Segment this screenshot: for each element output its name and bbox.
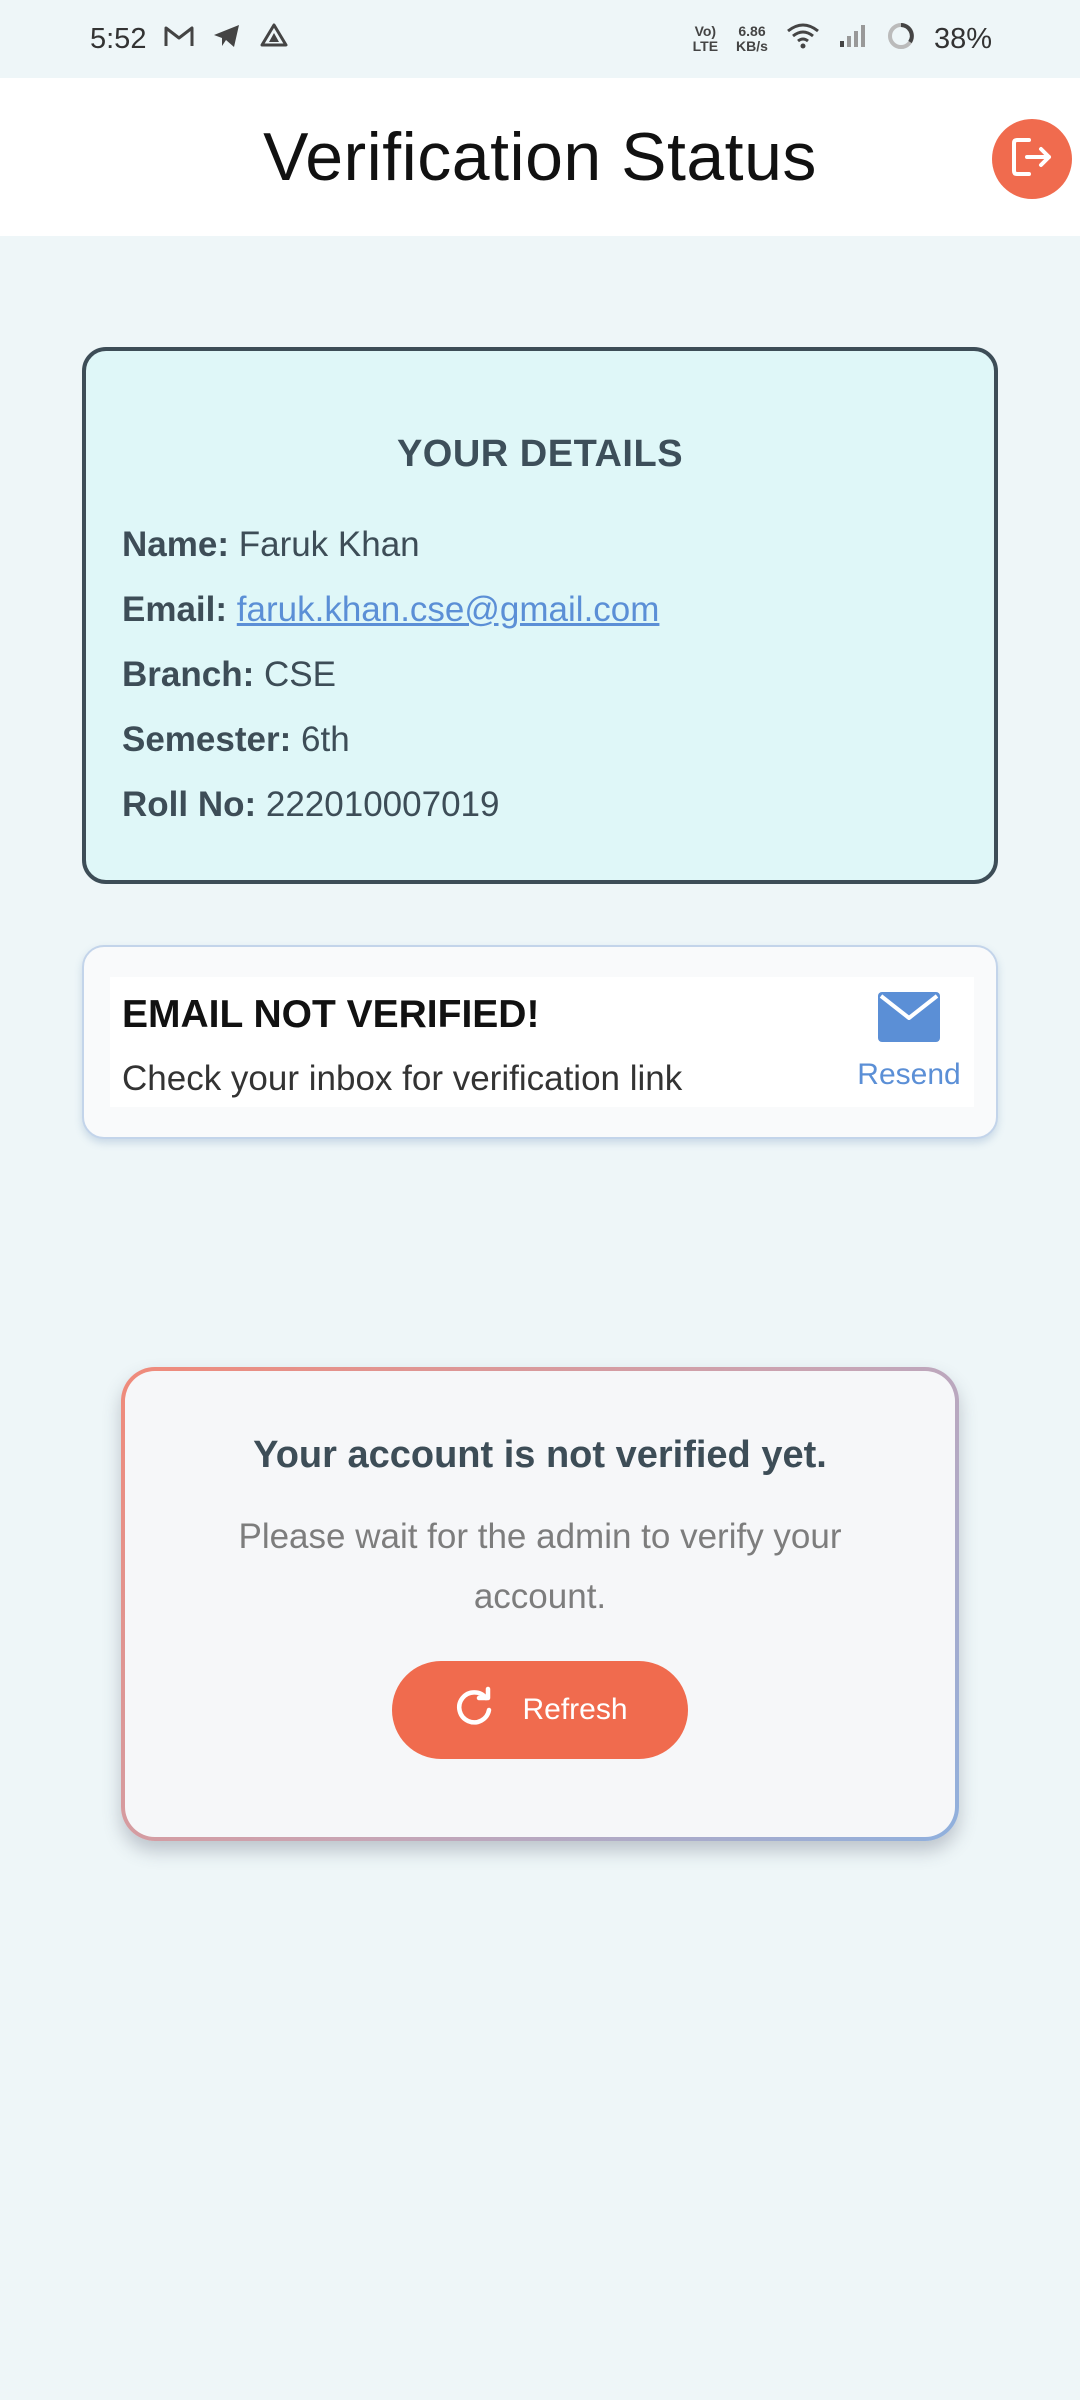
speed-unit: KB/s bbox=[736, 38, 768, 54]
battery-percent: 38% bbox=[933, 22, 992, 55]
account-status-card: Your account is not verified yet. Please… bbox=[121, 1367, 959, 1841]
refresh-label: Refresh bbox=[522, 1693, 628, 1726]
detail-label: Semester: bbox=[122, 720, 292, 759]
speed-value: 6.86 bbox=[738, 23, 766, 39]
status-bar-left: 5:52 bbox=[90, 23, 288, 56]
detail-value: CSE bbox=[263, 655, 336, 694]
network-speed: 6.86 KB/s bbox=[736, 24, 768, 54]
app-bar: Verification Status bbox=[0, 78, 1080, 236]
resend-label: Resend bbox=[857, 1058, 961, 1091]
volte-top: Vo) bbox=[694, 23, 717, 39]
telegram-icon bbox=[212, 23, 242, 56]
gmail-icon bbox=[164, 23, 194, 55]
volte-bottom: LTE bbox=[692, 38, 719, 54]
detail-email: Email: faruk.khan.cse@gmail.com bbox=[122, 577, 958, 642]
email-notice-title: EMAIL NOT VERIFIED! bbox=[122, 993, 540, 1036]
email-link[interactable]: faruk.khan.cse@gmail.com bbox=[237, 590, 660, 629]
clock: 5:52 bbox=[90, 22, 147, 55]
email-notice-subtitle: Check your inbox for verification link bbox=[122, 1059, 683, 1098]
email-not-verified-card: EMAIL NOT VERIFIED! Check your inbox for… bbox=[82, 945, 998, 1139]
detail-label: Roll No: bbox=[122, 785, 257, 824]
battery-icon bbox=[886, 21, 916, 58]
details-card: YOUR DETAILS Name: Faruk Khan Email: far… bbox=[82, 347, 998, 884]
details-list: Name: Faruk Khan Email: faruk.khan.cse@g… bbox=[122, 512, 958, 837]
detail-value: 222010007019 bbox=[265, 785, 500, 824]
resend-button[interactable]: Resend bbox=[854, 991, 964, 1092]
status-bar: 5:52 Vo) LTE 6.86 KB/s 38% bbox=[0, 0, 1080, 78]
detail-value: Faruk Khan bbox=[238, 525, 420, 564]
volte-indicator: Vo) LTE bbox=[693, 24, 718, 54]
detail-label: Branch: bbox=[122, 655, 255, 694]
mail-icon bbox=[877, 991, 941, 1048]
logout-button[interactable] bbox=[992, 119, 1072, 199]
detail-label: Email: bbox=[122, 590, 228, 629]
detail-semester: Semester: 6th bbox=[122, 707, 958, 772]
signal-icon bbox=[838, 23, 868, 56]
detail-branch: Branch: CSE bbox=[122, 642, 958, 707]
detail-value: 6th bbox=[301, 720, 350, 759]
account-status-body: Your account is not verified yet. Please… bbox=[125, 1371, 955, 1837]
details-title: YOUR DETAILS bbox=[396, 433, 684, 475]
logout-icon bbox=[1007, 132, 1057, 187]
status-bar-right: Vo) LTE 6.86 KB/s 38% bbox=[693, 21, 992, 58]
detail-label: Name: bbox=[122, 525, 229, 564]
refresh-icon bbox=[452, 1684, 496, 1736]
account-status-title: Your account is not verified yet. bbox=[253, 1434, 827, 1476]
detail-roll-no: Roll No: 222010007019 bbox=[122, 772, 958, 837]
page-title: Verification Status bbox=[263, 119, 817, 195]
account-status-message: Please wait for the admin to verify your… bbox=[238, 1517, 842, 1616]
detail-name: Name: Faruk Khan bbox=[122, 512, 958, 577]
refresh-button[interactable]: Refresh bbox=[392, 1661, 688, 1759]
wifi-icon bbox=[786, 23, 820, 56]
drive-icon bbox=[260, 23, 288, 56]
email-notice-body: EMAIL NOT VERIFIED! Check your inbox for… bbox=[110, 977, 974, 1107]
